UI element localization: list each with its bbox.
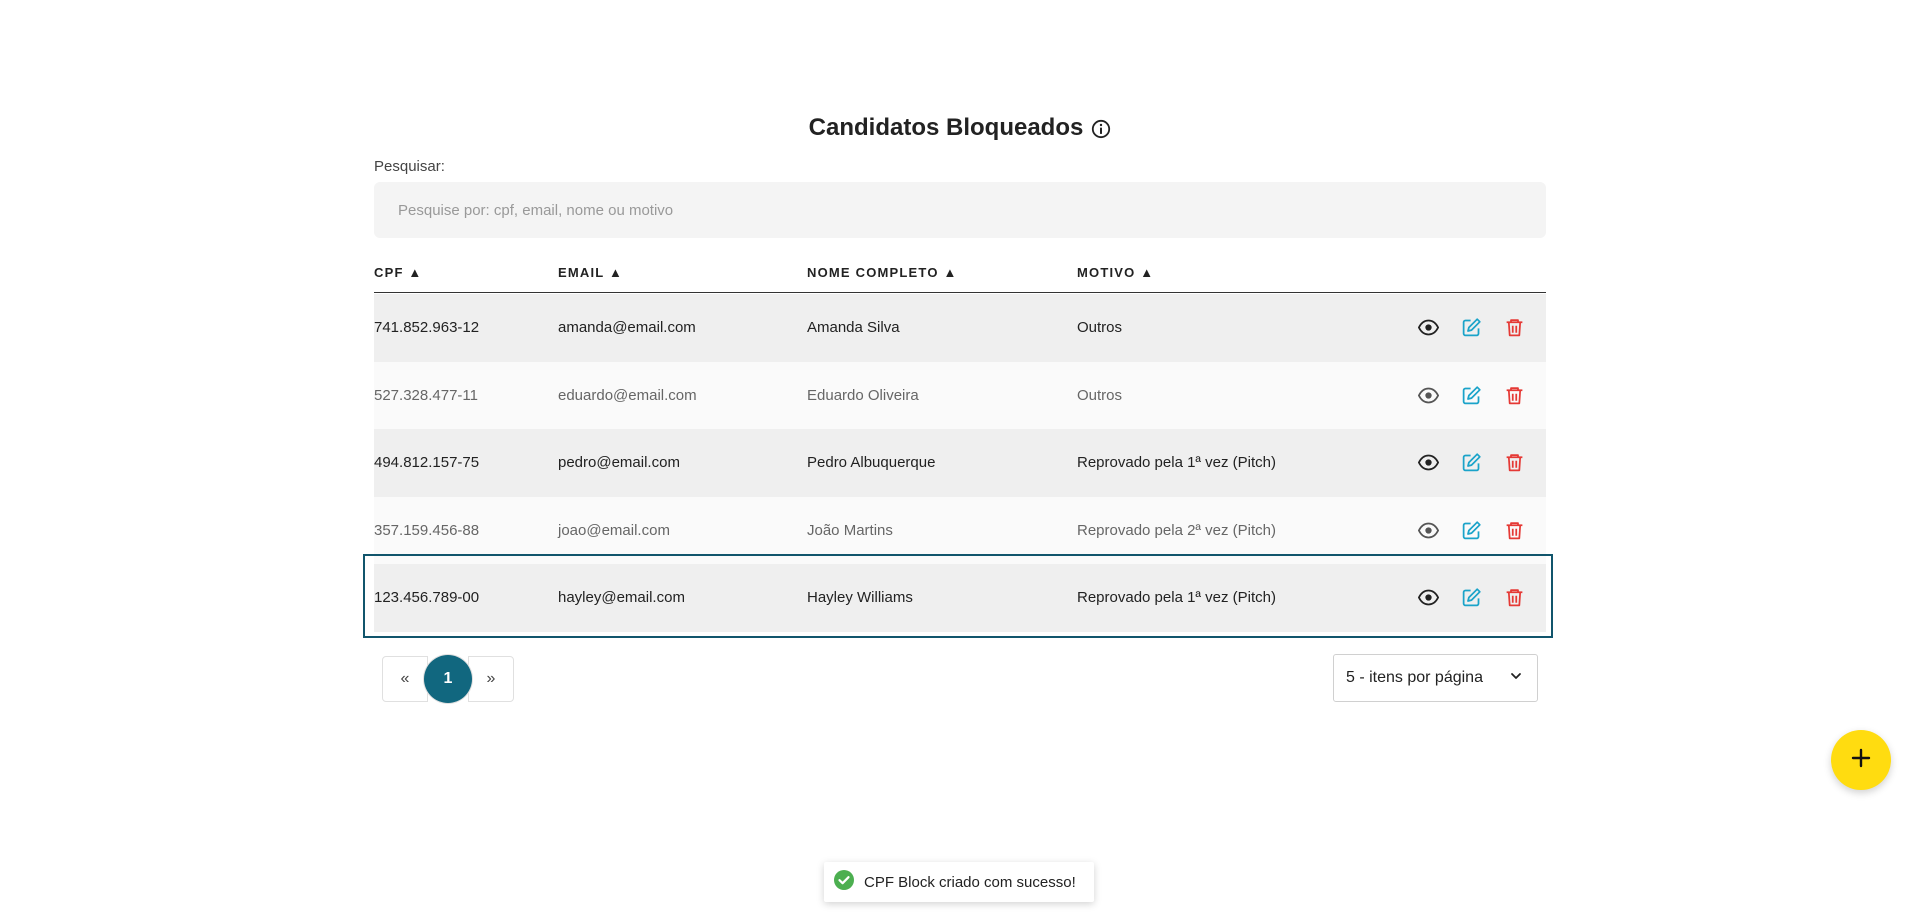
pagination-next-button[interactable]: » — [468, 656, 514, 702]
items-per-page-value: 5 - itens por página — [1346, 669, 1483, 686]
cell-motivo: Outros — [1077, 319, 1123, 337]
edit-icon[interactable] — [1461, 385, 1482, 406]
edit-icon[interactable] — [1461, 317, 1482, 338]
table-row: 741.852.963-12 amanda@email.com Amanda S… — [374, 294, 1546, 362]
success-toast: CPF Block criado com sucesso! — [824, 862, 1094, 902]
table-header: CPF ▲ EMAIL ▲ NOME COMPLETO ▲ MOTIVO ▲ — [374, 252, 1546, 293]
search-field[interactable] — [374, 182, 1546, 238]
cell-cpf: 741.852.963-12 — [374, 319, 480, 337]
pagination: « 1 » — [382, 655, 514, 703]
cell-nome: Pedro Albuquerque — [807, 454, 936, 472]
cell-nome: João Martins — [807, 521, 893, 539]
row-actions — [1418, 587, 1525, 608]
items-per-page-select[interactable]: 5 - itens por página — [1333, 654, 1538, 702]
table-body: 741.852.963-12 amanda@email.com Amanda S… — [374, 294, 1546, 632]
eye-icon[interactable] — [1418, 317, 1439, 338]
cell-cpf: 123.456.789-00 — [374, 589, 480, 607]
trash-icon[interactable] — [1504, 385, 1525, 406]
row-actions — [1418, 317, 1525, 338]
pagination-current-page[interactable]: 1 — [424, 655, 472, 703]
trash-icon[interactable] — [1504, 452, 1525, 473]
cell-motivo: Reprovado pela 1ª vez (Pitch) — [1077, 589, 1276, 607]
edit-icon[interactable] — [1461, 520, 1482, 541]
cell-email: hayley@email.com — [558, 589, 685, 607]
page-title-group: Candidatos Bloqueados — [809, 114, 1112, 142]
page-title: Candidatos Bloqueados — [808, 114, 1084, 141]
eye-icon[interactable] — [1418, 452, 1439, 473]
plus-icon — [1850, 747, 1872, 774]
header-nome-completo[interactable]: NOME COMPLETO ▲ — [807, 265, 958, 280]
row-actions — [1418, 452, 1525, 473]
cell-cpf: 527.328.477-11 — [374, 386, 478, 404]
cell-motivo: Reprovado pela 2ª vez (Pitch) — [1077, 521, 1276, 539]
toast-message: CPF Block criado com sucesso! — [864, 873, 1076, 891]
header-cpf[interactable]: CPF ▲ — [374, 265, 422, 280]
header-motivo[interactable]: MOTIVO ▲ — [1077, 265, 1154, 280]
eye-icon[interactable] — [1418, 587, 1439, 608]
cell-nome: Amanda Silva — [807, 319, 900, 337]
table-row: 123.456.789-00 hayley@email.com Hayley W… — [374, 564, 1546, 632]
trash-icon[interactable] — [1504, 317, 1525, 338]
cell-email: eduardo@email.com — [558, 386, 697, 404]
cell-nome: Eduardo Oliveira — [807, 386, 919, 404]
cell-email: joao@email.com — [558, 521, 670, 539]
table-row: 357.159.456-88 joao@email.com João Marti… — [374, 496, 1546, 564]
edit-icon[interactable] — [1461, 452, 1482, 473]
row-actions — [1418, 385, 1525, 406]
eye-icon[interactable] — [1418, 385, 1439, 406]
row-actions — [1418, 520, 1525, 541]
check-circle-icon — [834, 870, 854, 894]
cell-email: amanda@email.com — [558, 319, 696, 337]
cell-motivo: Outros — [1077, 386, 1123, 404]
add-button[interactable] — [1831, 730, 1891, 790]
table-row: 494.812.157-75 pedro@email.com Pedro Alb… — [374, 429, 1546, 497]
info-circle-icon[interactable] — [1091, 118, 1111, 139]
cell-cpf: 494.812.157-75 — [374, 454, 480, 472]
trash-icon[interactable] — [1504, 520, 1525, 541]
trash-icon[interactable] — [1504, 587, 1525, 608]
eye-icon[interactable] — [1418, 520, 1439, 541]
cell-nome: Hayley Williams — [807, 589, 913, 607]
pagination-prev-button[interactable]: « — [382, 656, 428, 702]
cell-email: pedro@email.com — [558, 454, 680, 472]
cell-cpf: 357.159.456-88 — [374, 521, 480, 539]
search-label: Pesquisar: — [374, 158, 445, 175]
cell-motivo: Reprovado pela 1ª vez (Pitch) — [1077, 454, 1276, 472]
page-header: Candidatos Bloqueados — [374, 114, 1546, 142]
search-input[interactable] — [396, 200, 1524, 220]
edit-icon[interactable] — [1461, 587, 1482, 608]
header-email[interactable]: EMAIL ▲ — [558, 265, 623, 280]
table-row: 527.328.477-11 eduardo@email.com Eduardo… — [374, 361, 1546, 429]
chevron-down-icon — [1509, 669, 1523, 688]
